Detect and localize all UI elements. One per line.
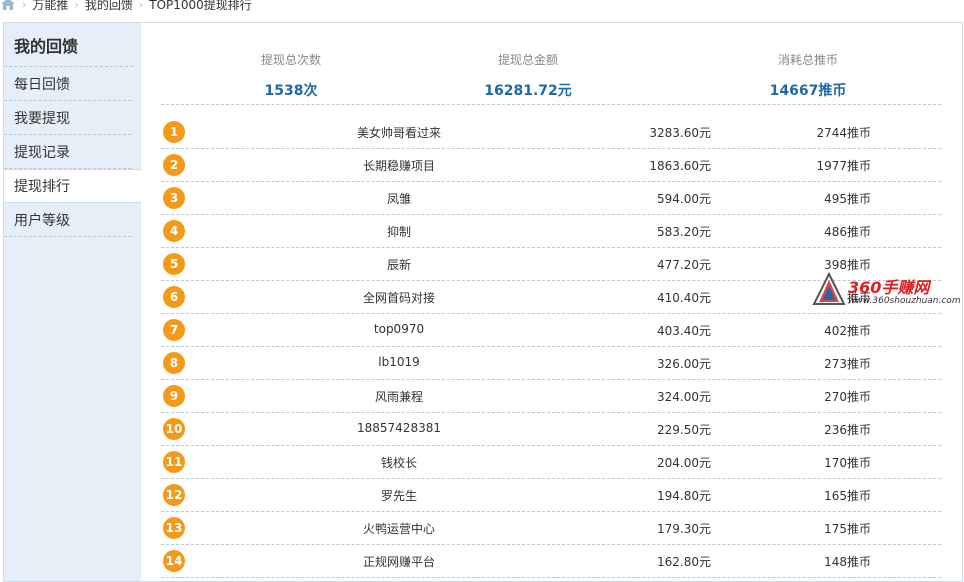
chevron-right-icon: › [22, 0, 27, 11]
stat-label: 消耗总推币 [777, 53, 838, 67]
stat-label: 提现总金额 [497, 53, 558, 67]
coins-spent: 148推币 [824, 555, 871, 569]
rank-badge: 10 [163, 418, 185, 440]
rank-badge: 12 [163, 484, 185, 506]
sidebar: 我的回馈 每日回馈 我要提现 提现记录 提现排行 用户等级 [3, 22, 141, 582]
stat-coins-spent: 消耗总推币 14667推币 [708, 51, 908, 100]
rank-badge: 14 [163, 550, 185, 572]
withdraw-amount: 324.00元 [657, 390, 711, 404]
watermark-url: www.360shouzhuan.com [848, 296, 961, 306]
user-name: lb1019 [378, 355, 420, 369]
coins-spent: 273推币 [824, 357, 871, 371]
withdraw-amount: 410.40元 [657, 291, 711, 305]
user-name: 长期稳赚项目 [362, 159, 435, 173]
breadcrumb: › 万能推 › 我的回馈 › TOP1000提现排行 [0, 0, 252, 14]
withdraw-amount: 594.00元 [657, 192, 711, 206]
table-row: 13 火鸭运营中心 179.30元 175推币 [161, 512, 941, 545]
rank-badge: 8 [163, 352, 185, 374]
table-row: 8 lb1019 326.00元 273推币 [161, 347, 941, 380]
table-row: 4 抑制 583.20元 486推币 [161, 215, 941, 248]
withdraw-amount: 1863.60元 [649, 159, 711, 173]
rank-badge: 2 [163, 154, 185, 176]
withdraw-amount: 403.40元 [657, 324, 711, 338]
user-name: 罗先生 [380, 489, 417, 503]
user-name: 18857428381 [357, 421, 441, 435]
coins-spent: 1977推币 [816, 159, 871, 173]
stat-value: 1538次 [264, 83, 318, 99]
table-row: 12 罗先生 194.80元 165推币 [161, 479, 941, 512]
withdraw-amount: 229.50元 [657, 423, 711, 437]
stat-label: 提现总次数 [260, 53, 321, 67]
user-name: 正规网赚平台 [362, 555, 435, 569]
withdraw-amount: 583.20元 [657, 225, 711, 239]
withdraw-amount: 194.80元 [657, 489, 711, 503]
user-name: 火鸭运营中心 [362, 522, 435, 536]
home-icon[interactable] [0, 0, 16, 11]
sidebar-item-withdraw-ranking[interactable]: 提现排行 [4, 169, 141, 203]
chevron-right-icon: › [74, 0, 79, 11]
table-row: 9 风雨兼程 324.00元 270推币 [161, 380, 941, 413]
rank-badge: 6 [163, 286, 185, 308]
withdraw-amount: 204.00元 [657, 456, 711, 470]
user-name: 钱校长 [380, 456, 417, 470]
table-row: 10 18857428381 229.50元 236推币 [161, 413, 941, 446]
user-name: 风雨兼程 [374, 390, 423, 404]
table-row: 7 top0970 403.40元 402推币 [161, 314, 941, 347]
rank-badge: 13 [163, 517, 185, 539]
sidebar-item-daily-feedback[interactable]: 每日回馈 [4, 67, 131, 101]
coins-spent: 165推币 [824, 489, 871, 503]
rank-badge: 7 [163, 319, 185, 341]
user-name: 全网首码对接 [362, 291, 435, 305]
table-row: 2 长期稳赚项目 1863.60元 1977推币 [161, 149, 941, 182]
sidebar-title: 我的回馈 [4, 23, 133, 67]
stat-value: 14667推币 [769, 83, 847, 99]
rank-badge: 4 [163, 220, 185, 242]
withdraw-amount: 162.80元 [657, 555, 711, 569]
breadcrumb-item-home[interactable]: 万能推 [32, 0, 68, 13]
table-row: 14 正规网赚平台 162.80元 148推币 [161, 545, 941, 578]
user-name: 辰新 [386, 258, 411, 272]
breadcrumb-item-feedback[interactable]: 我的回馈 [85, 0, 133, 13]
coins-spent: 495推币 [824, 192, 871, 206]
withdraw-amount: 326.00元 [657, 357, 711, 371]
coins-spent: 170推币 [824, 456, 871, 470]
rank-badge: 9 [163, 385, 185, 407]
user-name: 抑制 [386, 225, 411, 239]
stats-summary: 提现总次数 1538次 提现总金额 16281.72元 消耗总推币 14667推… [161, 23, 941, 105]
sidebar-item-user-level[interactable]: 用户等级 [4, 203, 131, 237]
breadcrumb-item-current: TOP1000提现排行 [149, 0, 252, 12]
table-row: 3 凤雏 594.00元 495推币 [161, 182, 941, 215]
watermark-brand: 360手赚网 [848, 278, 930, 297]
rank-badge: 11 [163, 451, 185, 473]
user-name: top0970 [373, 322, 425, 336]
table-row: 11 钱校长 204.00元 170推币 [161, 446, 941, 479]
coins-spent: 486推币 [824, 225, 871, 239]
coins-spent: 175推币 [824, 522, 871, 536]
chevron-right-icon: › [138, 0, 144, 11]
ranking-list: 1 美女帅哥看过来 3283.60元 2744推币 2 长期稳赚项目 1863.60元 197… [161, 116, 941, 578]
rank-badge: 5 [163, 253, 185, 275]
rank-badge: 3 [163, 187, 185, 209]
user-name: 凤雏 [386, 192, 411, 206]
rank-badge: 1 [163, 121, 185, 143]
withdraw-amount: 3283.60元 [649, 126, 711, 140]
watermark-logo: 360手赚网 www.360shouzhuan.com [812, 270, 962, 310]
logo-icon [812, 272, 846, 305]
stat-withdraw-count: 提现总次数 1538次 [191, 51, 391, 100]
user-name: 美女帅哥看过来 [356, 126, 441, 140]
coins-spent: 236推币 [824, 423, 871, 437]
stat-withdraw-amount: 提现总金额 16281.72元 [428, 51, 628, 100]
stat-value: 16281.72元 [484, 83, 572, 99]
coins-spent: 402推币 [824, 324, 871, 338]
table-row: 1 美女帅哥看过来 3283.60元 2744推币 [161, 116, 941, 149]
sidebar-item-withdraw[interactable]: 我要提现 [4, 101, 131, 135]
withdraw-amount: 477.20元 [657, 258, 711, 272]
coins-spent: 2744推币 [816, 126, 871, 140]
coins-spent: 270推币 [824, 390, 871, 404]
sidebar-item-withdraw-records[interactable]: 提现记录 [4, 135, 131, 169]
withdraw-amount: 179.30元 [657, 522, 711, 536]
